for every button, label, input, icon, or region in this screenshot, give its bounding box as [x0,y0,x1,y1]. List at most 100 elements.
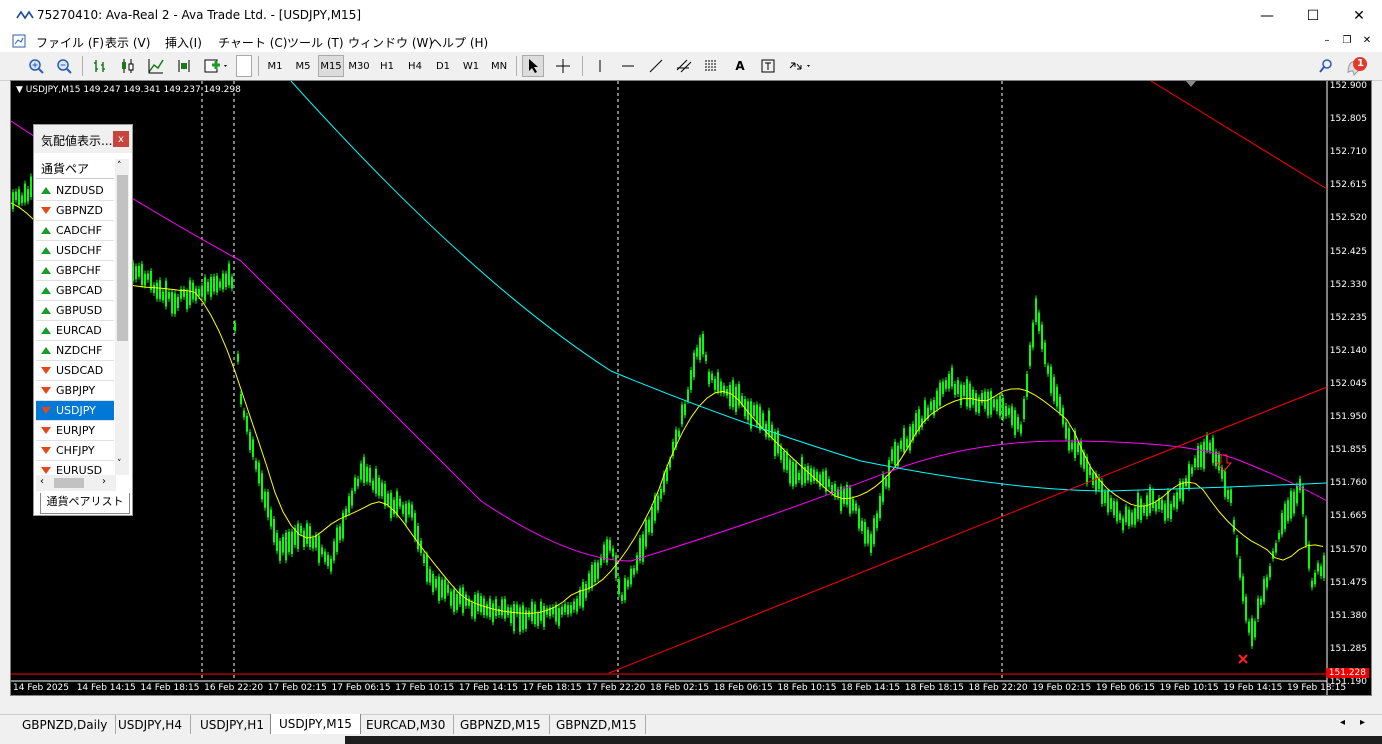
candle-body [1020,424,1022,434]
timeframe-m5[interactable]: M5 [290,55,316,77]
menu-tools[interactable]: ツール (T) [287,34,344,51]
scroll-left-icon[interactable]: ‹ [40,476,44,487]
symbol-row-nzdusd[interactable]: NZDUSD [36,181,114,201]
symbol-row-usdjpy[interactable]: USDJPY [36,401,114,421]
timeframe-d1[interactable]: D1 [430,55,456,77]
timeframe-mn[interactable]: MN [486,55,512,77]
scroll-down-icon[interactable]: ˅ [117,459,122,469]
candle-body [1260,598,1262,605]
market-watch-close-button[interactable]: x [113,131,129,147]
mdi-restore-button[interactable]: ❐ [1340,35,1354,47]
chart-tab[interactable]: USDJPY,H4 [110,715,191,735]
candle-body [336,527,338,552]
timeframe-m1[interactable]: M1 [262,55,288,77]
chart-canvas[interactable] [11,81,1371,695]
candle-body [1161,499,1163,510]
symbol-row-usdcad[interactable]: USDCAD [36,361,114,381]
tab-scroll-left-icon[interactable]: ◂ [1340,717,1345,728]
symbol-row-eurjpy[interactable]: EURJPY [36,421,114,441]
text-label-icon[interactable] [758,55,778,77]
timeframe-h4[interactable]: H4 [402,55,428,77]
cursor-icon[interactable] [522,55,544,77]
scroll-up-icon[interactable]: ˄ [117,161,122,171]
market-watch-vscroll-thumb[interactable] [117,175,128,341]
close-button[interactable]: ✕ [1336,0,1382,32]
symbol-name: USDCAD [56,364,104,377]
chart-tab-active[interactable]: USDJPY,M15 [270,714,361,736]
symbol-list-tab[interactable]: 通貨ペアリスト [40,493,130,514]
tab-scroll-right-icon[interactable]: ▸ [1360,717,1365,728]
timeframe-w1[interactable]: W1 [458,55,484,77]
add-indicator-icon[interactable] [202,55,230,77]
menu-file[interactable]: ファイル (F) [36,34,104,51]
symbol-column-header[interactable]: 通貨ペア [36,159,114,179]
chart-tab[interactable]: GBPNZD,M15 [452,715,550,735]
menu-chart[interactable]: チャート (C) [218,34,287,51]
symbol-row-gbpnzd[interactable]: GBPNZD [36,201,114,221]
candle-body [201,285,203,297]
symbol-row-gbpchf[interactable]: GBPCHF [36,261,114,281]
fibonacci-icon[interactable] [702,55,722,77]
notification-icon[interactable]: 1 [1344,55,1370,77]
text-icon[interactable]: A [730,55,750,77]
chart-tab[interactable]: EURCAD,M30 [358,715,455,735]
menu-view[interactable]: 表示 (V) [105,34,150,51]
timeframe-m30[interactable]: M30 [346,55,372,77]
arrows-icon[interactable] [786,55,816,77]
trendline-icon[interactable] [646,55,666,77]
line-chart-icon[interactable] [146,55,166,77]
mdi-minimize-button[interactable]: – [1320,35,1334,47]
candle-body [1206,434,1208,451]
candle-body [537,613,539,626]
menu-help[interactable]: ヘルプ (H) [430,34,488,51]
chart-window-icon[interactable] [12,34,26,48]
symbol-row-chfjpy[interactable]: CHFJPY [36,441,114,461]
candle-body [1311,580,1313,588]
symbol-row-nzdchf[interactable]: NZDCHF [36,341,114,361]
symbol-row-cadchf[interactable]: CADCHF [36,221,114,241]
menu-insert[interactable]: 挿入(I) [165,34,202,51]
chart-tab[interactable]: GBPNZD,M15 [548,715,646,735]
zoom-in-icon[interactable] [26,55,46,77]
mdi-close-button[interactable]: ✕ [1360,35,1374,47]
vertical-line-icon[interactable] [590,55,610,77]
candle-body [795,463,797,485]
market-watch-hscroll[interactable]: ‹ › [36,475,116,491]
symbol-row-usdchf[interactable]: USDCHF [36,241,114,261]
candle-body [510,607,512,623]
symbol-row-gbpjpy[interactable]: GBPJPY [36,381,114,401]
symbol-row-gbpcad[interactable]: GBPCAD [36,281,114,301]
timeframe-h1[interactable]: H1 [374,55,400,77]
market-watch-titlebar[interactable]: 気配値表示... x [34,125,132,153]
bar-chart-icon[interactable] [90,55,110,77]
price-chart[interactable]: ▼ USDJPY,M15 149.247 149.341 149.237 149… [10,80,1372,696]
chart-tab[interactable]: GBPNZD,Daily [14,715,117,735]
candle-body [168,292,170,299]
candle-body [165,280,167,307]
candle-body [1041,324,1043,350]
zoom-out-icon[interactable] [54,55,74,77]
crosshair-icon[interactable] [552,55,574,77]
hscroll-thumb[interactable] [54,478,84,488]
horizontal-line-icon[interactable] [618,55,638,77]
timeframe-m15[interactable]: M15 [318,55,344,77]
candle-body [147,273,149,280]
market-watch-panel[interactable]: 気配値表示... x 通貨ペア NZDUSD GBPNZD CADCHF USDCHF… [33,124,133,516]
scroll-right-icon[interactable]: › [102,476,106,487]
symbol-row-eurcad[interactable]: EURCAD [36,321,114,341]
maximize-button[interactable]: ☐ [1290,0,1336,32]
market-watch-vscroll[interactable]: ˄ ˅ [115,159,129,475]
chart-tab[interactable]: USDJPY,H1 [192,715,273,735]
auto-scroll-icon[interactable] [174,55,194,77]
market-watch-title: 気配値表示... [41,134,113,148]
search-icon[interactable] [1316,55,1336,77]
candle-body [987,391,989,416]
title-bar: 75270410: Ava-Real 2 - Ava Trade Ltd. - … [0,0,1382,32]
candlestick-icon[interactable] [118,55,138,77]
minimize-button[interactable]: — [1244,0,1290,32]
channel-icon[interactable] [674,55,694,77]
candle-body [699,337,701,360]
scroll-marker-icon [1186,81,1196,87]
symbol-row-gbpusd[interactable]: GBPUSD [36,301,114,321]
menu-window[interactable]: ウィンドウ (W) [348,34,433,51]
